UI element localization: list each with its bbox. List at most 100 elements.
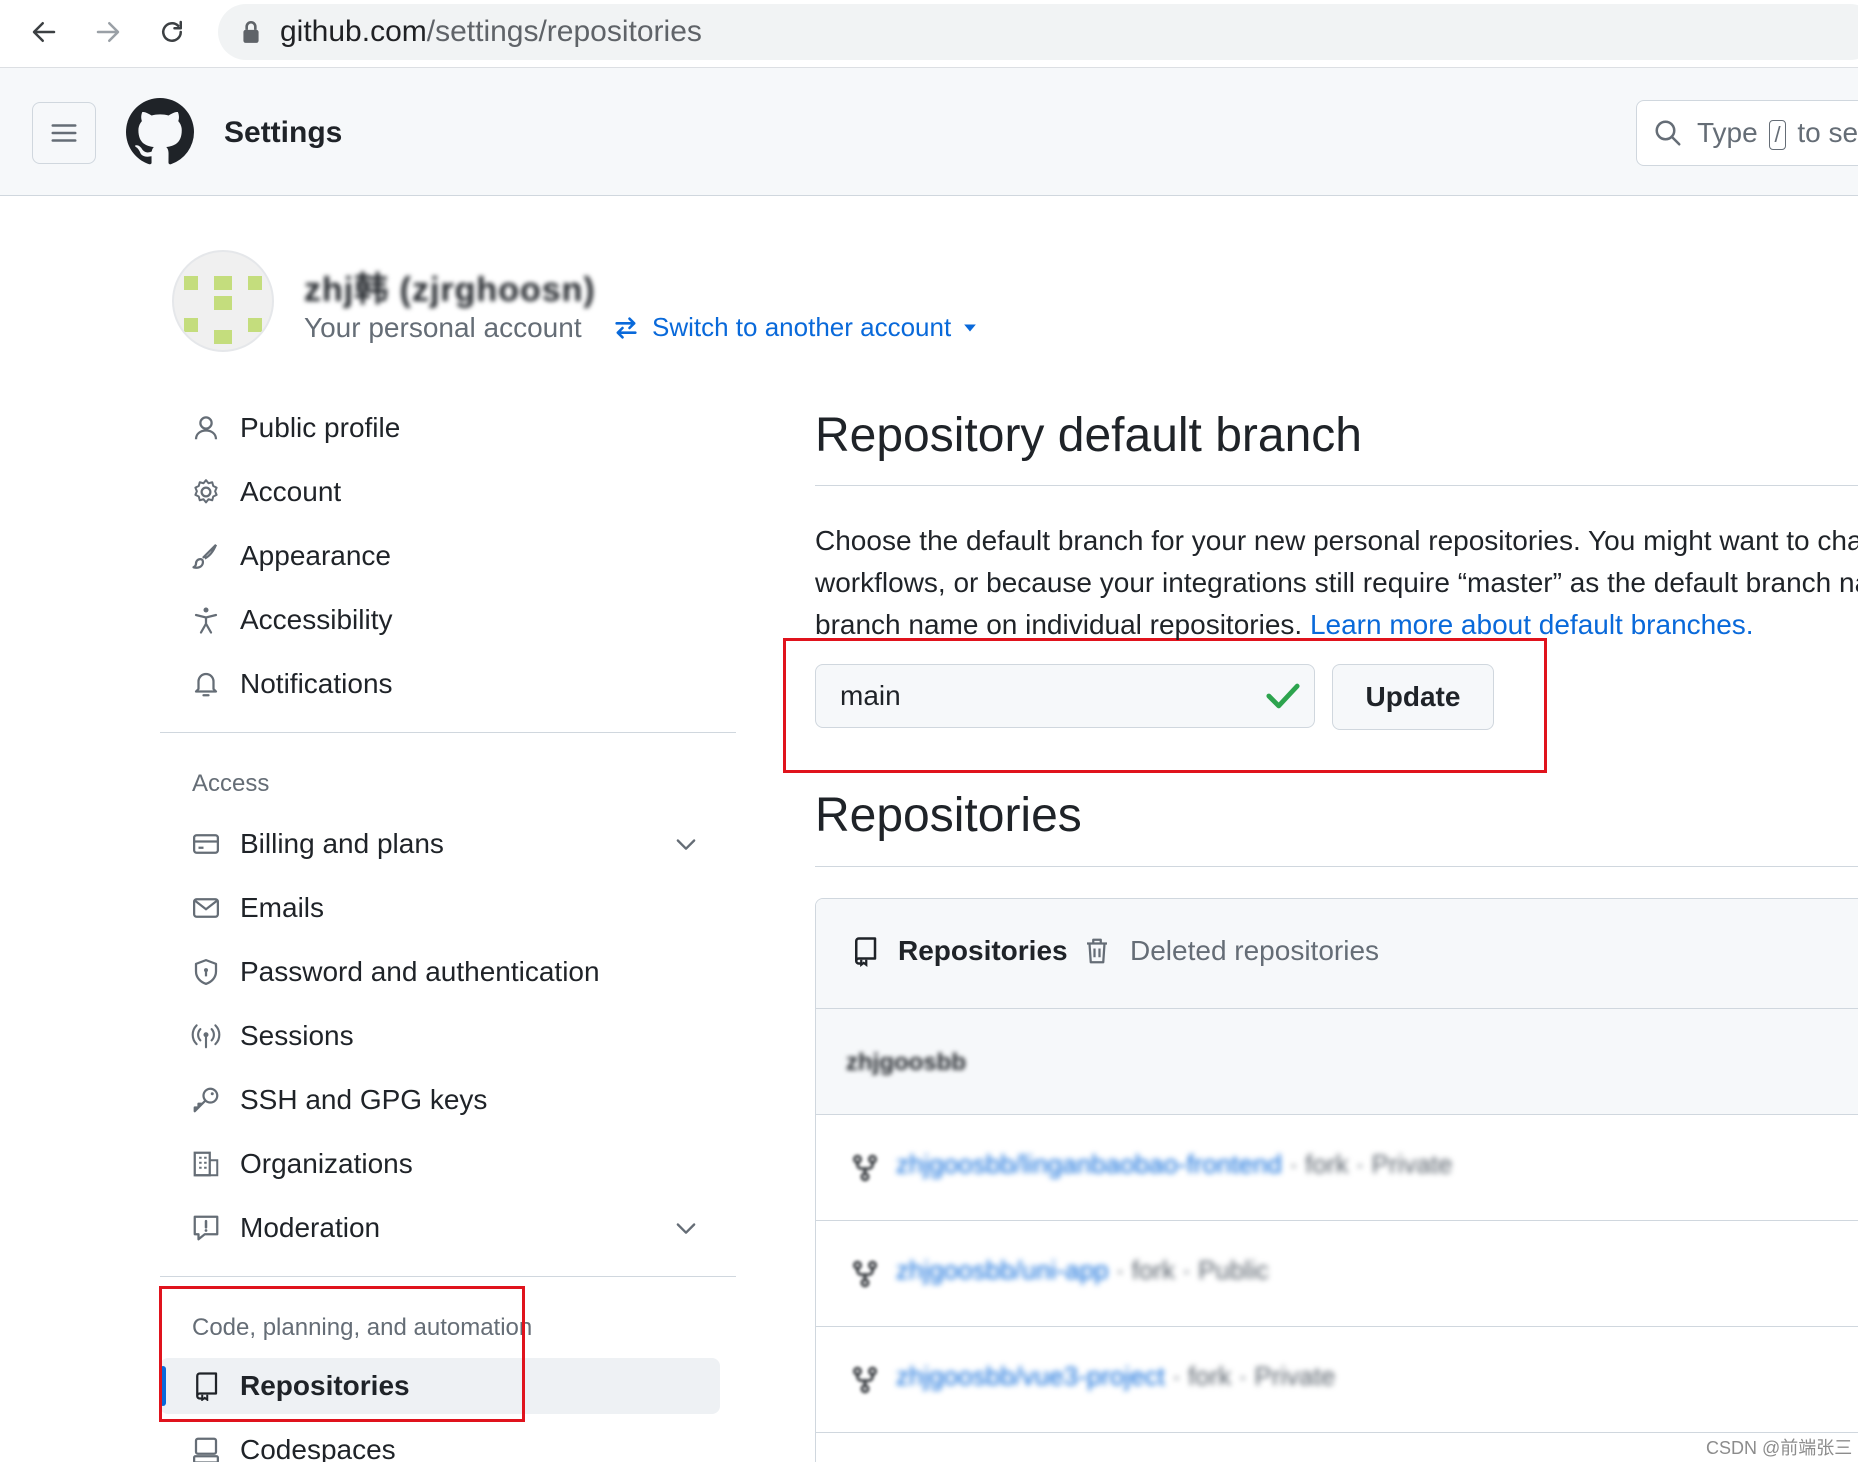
sidebar-item-notifications[interactable]: Notifications bbox=[160, 656, 720, 712]
sidebar-item-label: Password and authentication bbox=[240, 956, 600, 987]
sidebar-item-appearance[interactable]: Appearance bbox=[160, 528, 720, 584]
title-divider bbox=[815, 485, 1858, 486]
github-logo-icon[interactable] bbox=[126, 98, 194, 166]
sidebar-divider bbox=[160, 732, 736, 733]
sidebar-item-label: Emails bbox=[240, 892, 325, 923]
sidebar-item-password[interactable]: Password and authentication bbox=[160, 944, 720, 1000]
person-icon bbox=[190, 412, 222, 444]
repo-forked-icon bbox=[853, 1366, 877, 1394]
lock-icon bbox=[243, 20, 259, 43]
sidebar-item-label: Notifications bbox=[240, 668, 393, 699]
site-header: Settings Type / to se bbox=[0, 68, 1858, 196]
repositories-tabs: Repositories Deleted repositories bbox=[816, 899, 1858, 1009]
highlight-box-sidebar bbox=[159, 1286, 525, 1422]
repo-name-link[interactable]: zhjgoosbb/vue3-project bbox=[896, 1361, 1165, 1391]
search-icon bbox=[1655, 120, 1681, 146]
sidebar-heading-access: Access bbox=[192, 770, 270, 797]
default-branch-description: Choose the default branch for your new p… bbox=[815, 525, 1858, 640]
shield-icon bbox=[190, 956, 222, 988]
repo-row[interactable]: zhjgoosbb/linganbaobao-frontend · fork ·… bbox=[816, 1115, 1858, 1221]
chevron-down-icon[interactable] bbox=[672, 830, 700, 858]
hamburger-icon bbox=[51, 124, 77, 142]
search-input[interactable]: Type / to se bbox=[1636, 100, 1858, 166]
default-branch-title: Repository default branch bbox=[815, 409, 1362, 462]
sidebar-item-label: Account bbox=[240, 476, 342, 507]
owner-name: zhjgoosbb bbox=[846, 1049, 966, 1076]
learn-more-link[interactable]: Learn more about default branches. bbox=[1310, 609, 1754, 640]
sidebar-item-billing[interactable]: Billing and plans bbox=[160, 816, 720, 872]
chevron-down-icon[interactable] bbox=[672, 1214, 700, 1242]
watermark: CSDN @前端张三 bbox=[1706, 1438, 1853, 1458]
tab-repositories[interactable]: Repositories bbox=[850, 935, 1068, 967]
sidebar-item-sessions[interactable]: Sessions bbox=[160, 1008, 720, 1064]
back-button[interactable] bbox=[22, 10, 66, 54]
slash-key-hint: / bbox=[1769, 119, 1786, 150]
address-bar[interactable]: github.com/settings/repositories bbox=[218, 4, 1858, 60]
sidebar-item-label: Organizations bbox=[240, 1148, 413, 1179]
browser-toolbar: github.com/settings/repositories bbox=[0, 0, 1858, 68]
repo-row[interactable]: zhjgoosbb/uni-app · fork · Public bbox=[816, 1221, 1858, 1327]
owner-row: zhjgoosbb bbox=[816, 1009, 1858, 1115]
account-subtitle: Your personal account bbox=[304, 312, 582, 343]
account-name: zhj韩 (zjrghoosn) bbox=[304, 271, 596, 309]
menu-button[interactable] bbox=[32, 102, 96, 164]
branch-input-value: main bbox=[840, 680, 901, 711]
sidebar-item-account[interactable]: Account bbox=[160, 464, 720, 520]
caret-down-icon bbox=[964, 324, 977, 331]
sidebar-item-label: Billing and plans bbox=[240, 828, 444, 859]
title-divider bbox=[815, 866, 1858, 867]
key-icon bbox=[190, 1084, 222, 1116]
header-title: Settings bbox=[224, 116, 343, 149]
credit-card-icon bbox=[190, 828, 222, 860]
sidebar-item-label: Codespaces bbox=[240, 1434, 396, 1462]
sidebar-item-label: Appearance bbox=[240, 540, 392, 571]
repo-meta: · fork · Public bbox=[1115, 1255, 1269, 1285]
default-branch-input[interactable]: main bbox=[815, 664, 1315, 728]
reload-button[interactable] bbox=[150, 10, 194, 54]
sidebar-item-public-profile[interactable]: Public profile bbox=[160, 400, 720, 456]
avatar[interactable] bbox=[172, 250, 274, 352]
codespaces-icon bbox=[190, 1434, 222, 1462]
sidebar-item-label: Sessions bbox=[240, 1020, 354, 1051]
bell-icon bbox=[190, 668, 222, 700]
accessibility-icon bbox=[190, 604, 222, 636]
switch-account-link[interactable]: Switch to another account bbox=[612, 312, 977, 343]
sidebar-item-label: Public profile bbox=[240, 412, 401, 443]
sidebar-item-emails[interactable]: Emails bbox=[160, 880, 720, 936]
search-placeholder: Type / to se bbox=[1697, 116, 1858, 150]
mail-icon bbox=[190, 892, 222, 924]
repo-name-link[interactable]: zhjgoosbb/uni-app bbox=[896, 1255, 1109, 1285]
repo-forked-icon bbox=[853, 1260, 877, 1288]
broadcast-icon bbox=[190, 1020, 222, 1052]
reload-icon bbox=[162, 20, 182, 42]
gear-icon bbox=[190, 476, 222, 508]
organization-icon bbox=[190, 1148, 222, 1180]
trash-icon bbox=[1087, 938, 1107, 964]
sidebar-item-accessibility[interactable]: Accessibility bbox=[160, 592, 720, 648]
sidebar-item-label: Moderation bbox=[240, 1212, 381, 1243]
sidebar-item-codespaces[interactable]: Codespaces bbox=[160, 1422, 720, 1462]
sidebar-item-label: Accessibility bbox=[240, 604, 393, 635]
repo-meta: · fork · Private bbox=[1172, 1361, 1336, 1391]
repo-forked-icon bbox=[853, 1154, 877, 1182]
update-button[interactable]: Update bbox=[1332, 664, 1494, 730]
sidebar-item-moderation[interactable]: Moderation bbox=[160, 1200, 720, 1256]
sidebar-item-organizations[interactable]: Organizations bbox=[160, 1136, 720, 1192]
url-text: github.com/settings/repositories bbox=[280, 15, 702, 48]
sidebar-divider bbox=[160, 1276, 736, 1277]
arrow-left-icon bbox=[32, 22, 56, 42]
repositories-title: Repositories bbox=[815, 789, 1082, 842]
paintbrush-icon bbox=[190, 540, 222, 572]
report-icon bbox=[190, 1212, 222, 1244]
arrow-switch-icon bbox=[615, 316, 637, 339]
repo-icon bbox=[855, 937, 877, 967]
tab-deleted-repositories[interactable]: Deleted repositories bbox=[1082, 935, 1379, 967]
repositories-panel: Repositories Deleted repositories zhjgoo… bbox=[815, 898, 1858, 1462]
sidebar-item-label: SSH and GPG keys bbox=[240, 1084, 488, 1115]
repo-name-link[interactable]: zhjgoosbb/linganbaobao-frontend bbox=[896, 1149, 1282, 1179]
check-icon bbox=[1266, 683, 1300, 709]
sidebar-item-ssh-gpg[interactable]: SSH and GPG keys bbox=[160, 1072, 720, 1128]
forward-button[interactable] bbox=[86, 10, 130, 54]
arrow-right-icon bbox=[96, 22, 120, 42]
repo-row[interactable]: zhjgoosbb/vue3-project · fork · Private bbox=[816, 1327, 1858, 1433]
